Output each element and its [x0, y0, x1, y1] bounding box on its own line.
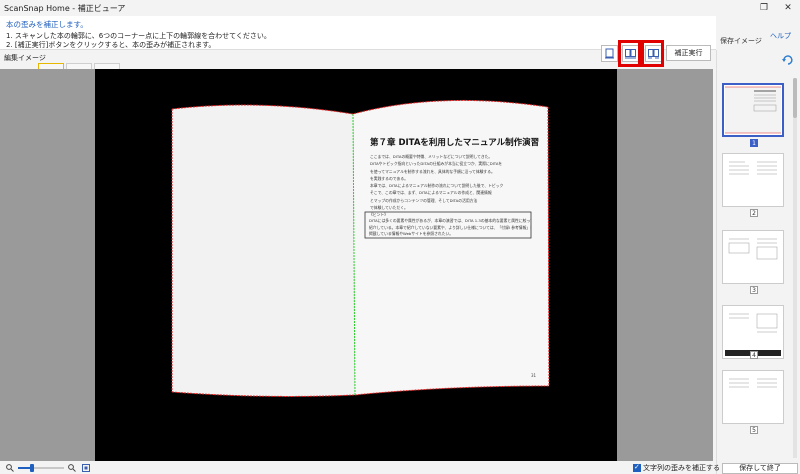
saved-image-panel: 1 2 3 4 5 — [716, 50, 800, 474]
hint-line: DITAには多くの要素や属性があるが、本章の演習では、DITA 1.3の基本的な… — [369, 218, 531, 224]
saved-image-label: 保存イメージ — [720, 37, 762, 45]
bottom-bar — [0, 461, 716, 474]
zoom-out-icon[interactable] — [6, 464, 14, 472]
thumbnail-scrollbar-thumb[interactable] — [793, 78, 797, 118]
thumbnail-number: 5 — [750, 426, 758, 434]
book-body-text: ここまでは、DITAの概要や特徴、メリットなどについて説明してきた。 DITAや… — [370, 153, 540, 211]
book-body-line: で体験していただく。 — [370, 205, 408, 211]
help-link[interactable]: ヘルプ — [770, 31, 791, 41]
edit-image-label: 編集イメージ — [4, 54, 46, 62]
thumbnail-number: 4 — [750, 351, 758, 359]
thumbnail-number: 3 — [750, 286, 758, 294]
rotate-icon[interactable] — [781, 53, 795, 67]
title-bar: ScanSnap Home - 補正ビューア ❐ ✕ — [0, 0, 800, 16]
highlight-box — [618, 40, 641, 67]
apply-correction-button[interactable]: 補正実行 — [666, 45, 711, 61]
single-page-icon — [605, 48, 614, 59]
book-body-line: そこで、この章では、まず、DITAによるマニュアルの作成と、関連情報 — [370, 190, 492, 196]
canvas-margin-right — [617, 69, 713, 461]
thumbnail-page-2[interactable] — [722, 153, 784, 207]
hint-line: 紹介している。本章で紹介していない要素や、より詳しい仕様については、「付録Ⅰ 参… — [369, 224, 531, 230]
book-body-line: 本章では、DITAによるマニュアル制作の流れについて説明した後で、トピック — [370, 183, 504, 189]
page-thumbnail-image — [729, 161, 777, 175]
thumbnail-number: 2 — [750, 209, 758, 217]
thumbnail-page-5[interactable] — [722, 370, 784, 424]
book-image — [171, 99, 550, 397]
thumbnail-page-1[interactable] — [722, 83, 784, 137]
fit-page-icon[interactable] — [82, 464, 90, 472]
restore-icon[interactable]: ❐ — [757, 2, 771, 14]
book-body-line: DITAやトピック指向といったDITAの仕組みが本当に役立つか、実際にDITAを — [370, 161, 503, 167]
instruction-step-2: 2. [補正実行]ボタンをクリックすると、本の歪みが補正されます。 — [6, 41, 216, 49]
save-and-exit-button[interactable]: 保存して終了 — [722, 463, 798, 474]
thumbnail-scrollbar[interactable] — [793, 78, 797, 458]
page-thumbnail-image — [728, 238, 778, 260]
correct-text-distortion-checkbox[interactable] — [633, 463, 641, 472]
correct-text-distortion-label: 文字列の歪みを補正する — [643, 464, 720, 472]
single-page-mode-button[interactable] — [601, 45, 618, 62]
book-body-line: を使ってマニュアルを制作する流れを、具体的な手順に沿って体験する。 — [370, 168, 495, 174]
thumbnail-number: 1 — [750, 139, 758, 147]
thumbnail-page-3[interactable] — [722, 230, 784, 284]
page-thumbnail-image — [729, 378, 777, 388]
canvas-margin-left — [0, 69, 95, 461]
window-title: ScanSnap Home - 補正ビューア — [4, 4, 126, 13]
edit-canvas[interactable]: 第７章 DITAを利用したマニュアル制作演習 ここまでは、DITAの概要や特徴、… — [95, 69, 617, 461]
book-heading: 第７章 DITAを利用したマニュアル制作演習 — [370, 138, 540, 148]
close-icon[interactable]: ✕ — [781, 2, 795, 14]
hint-box: 《ヒント》 DITAには多くの要素や属性があるが、本章の演習では、DITA 1.… — [369, 212, 531, 237]
book-body-line: を実践するのである。 — [370, 175, 408, 181]
page-number: 31 — [531, 373, 537, 378]
book-body-line: ここまでは、DITAの概要や特徴、メリットなどについて説明してきた。 — [370, 154, 493, 159]
instruction-heading: 本の歪みを補正します。 — [6, 20, 88, 29]
book-body-line: とマップの作成からコンテンツの管理、そしてDITAの活用方法 — [370, 197, 478, 203]
zoom-slider-handle[interactable] — [30, 464, 34, 472]
hint-line: 掲載している情報やWebサイトを参照されたい。 — [369, 230, 454, 236]
page-thumbnail-image — [725, 86, 781, 134]
highlight-box — [641, 40, 664, 67]
zoom-in-icon[interactable] — [68, 464, 76, 472]
